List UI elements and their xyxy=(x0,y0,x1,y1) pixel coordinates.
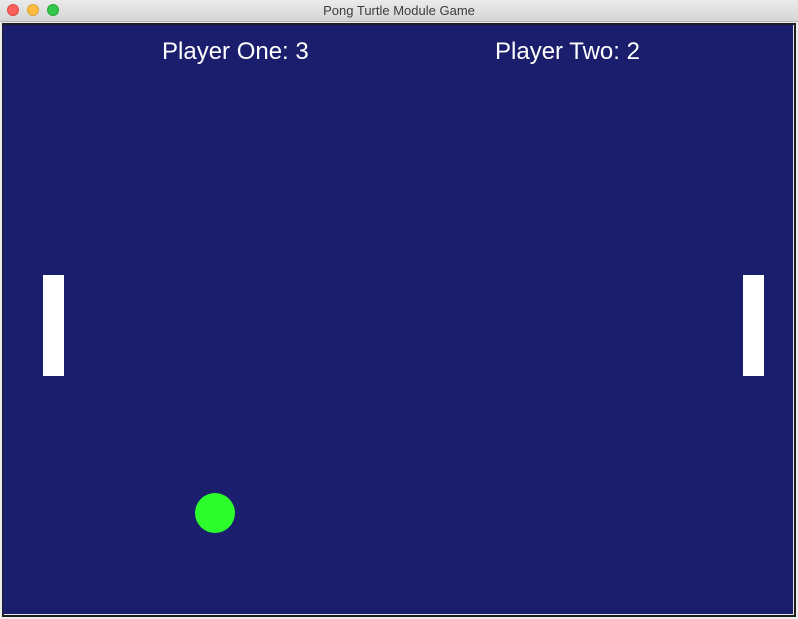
left-paddle xyxy=(43,275,64,376)
player-two-score: Player Two: 2 xyxy=(495,38,640,65)
game-window: Pong Turtle Module Game Player One: 3 Pl… xyxy=(0,0,798,619)
right-paddle xyxy=(743,275,764,376)
game-canvas[interactable]: Player One: 3 Player Two: 2 xyxy=(3,25,793,614)
player-one-score: Player One: 3 xyxy=(162,38,309,65)
window-title: Pong Turtle Module Game xyxy=(323,3,475,18)
title-bar[interactable]: Pong Turtle Module Game xyxy=(0,0,798,22)
ball xyxy=(195,493,235,533)
